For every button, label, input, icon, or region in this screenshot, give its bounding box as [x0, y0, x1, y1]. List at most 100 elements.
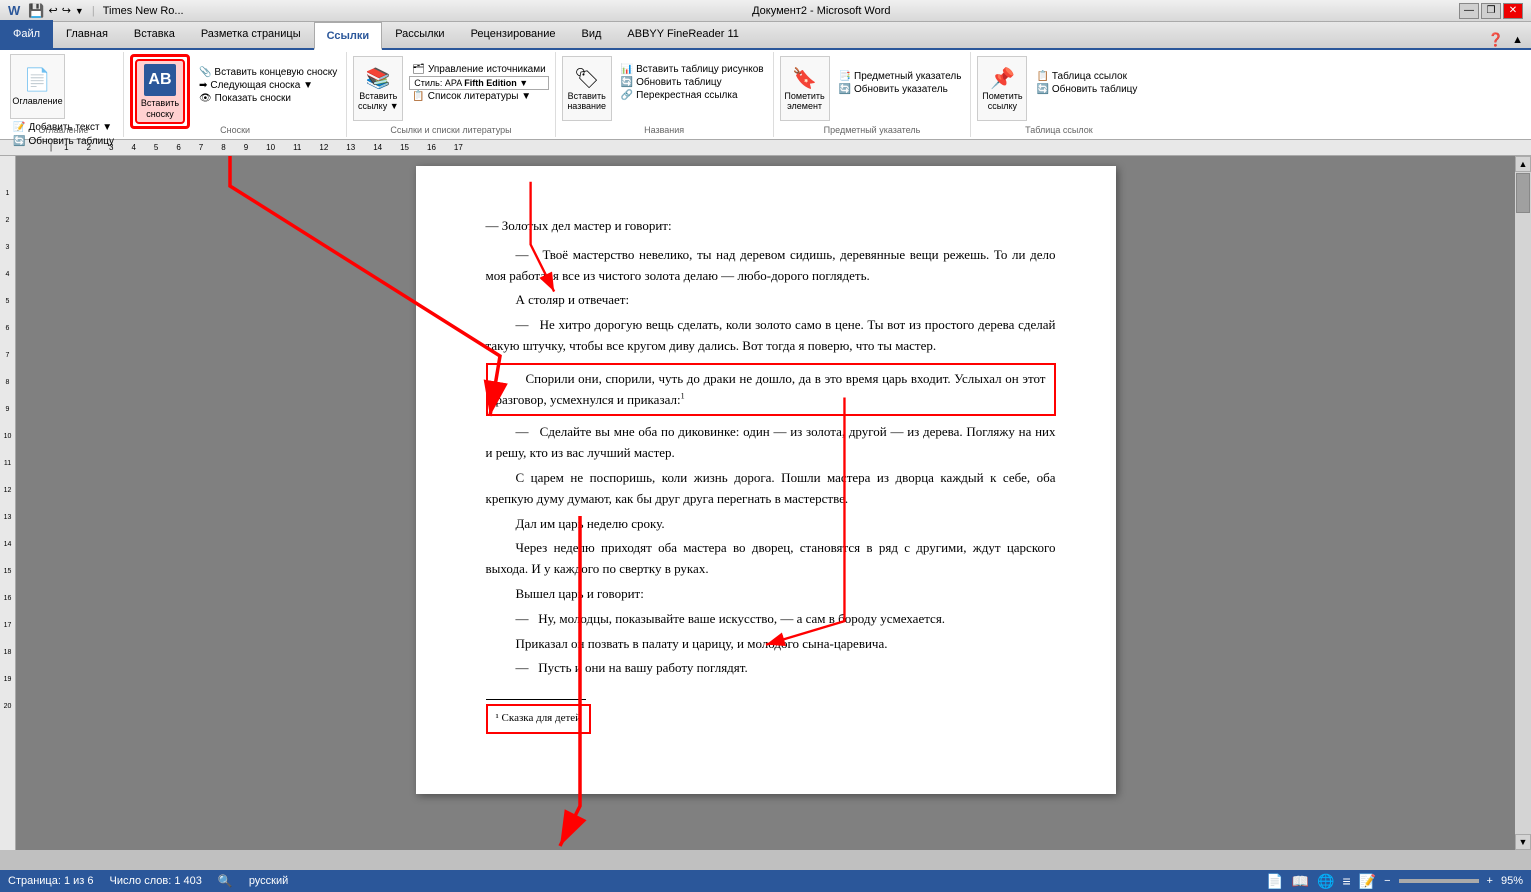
status-right: 📄 📖 🌐 ≡ 📝 − + 95% — [1266, 873, 1523, 890]
scroll-up-button[interactable]: ▲ — [1515, 156, 1531, 172]
tab-file[interactable]: Файл — [0, 20, 53, 48]
group-citations: 📚 Вставить ссылку ▼ 🗂 Управление источни… — [347, 52, 555, 137]
table-auth-icon: 📋 — [1036, 71, 1048, 82]
insert-table-figures-btn[interactable]: 📊 Вставить таблицу рисунков — [618, 63, 767, 76]
ribbon-tab-help: ❓ ▲ — [1488, 32, 1531, 48]
help-icon[interactable]: ❓ — [1488, 32, 1504, 48]
word-icon: W — [8, 3, 20, 18]
doc-scroll[interactable]: — Золотых дел мастер и говорит: — Твоё м… — [16, 156, 1515, 850]
app-name: Times New Ro... — [103, 5, 184, 17]
ruler-mark: 6 — [176, 143, 180, 152]
quick-save[interactable]: 💾 — [28, 3, 44, 19]
zoom-slider[interactable] — [1399, 879, 1479, 883]
scrollbar-thumb[interactable] — [1516, 173, 1530, 213]
spell-check-icon[interactable]: 🔍 — [218, 874, 233, 888]
insert-endnote-btn[interactable]: 📎 Вставить концевую сноску — [196, 66, 340, 79]
para-9: — Ну, молодцы, показывайте ваше искусств… — [486, 609, 1056, 630]
lr-11: 11 — [4, 460, 11, 467]
zoom-level[interactable]: 95% — [1501, 875, 1523, 887]
window-controls: — ❐ ✕ — [1459, 3, 1523, 19]
style-dropdown[interactable]: Стиль: APA Fifth Edition ▼ — [409, 76, 548, 90]
close-button[interactable]: ✕ — [1503, 3, 1523, 19]
toc-icon: 📄 — [24, 67, 51, 93]
tab-references[interactable]: Ссылки — [314, 22, 383, 50]
group-index: 🔖 Пометить элемент 📑 Предметный указател… — [774, 52, 972, 137]
update-index-btn[interactable]: 🔄 Обновить указатель — [836, 83, 965, 96]
lr-3: 3 — [6, 244, 10, 251]
view-outline-icon[interactable]: ≡ — [1342, 873, 1350, 889]
toc-button-large[interactable]: 📄 Оглавление — [10, 54, 65, 119]
ab-icon: AB — [144, 64, 176, 96]
show-notes-btn[interactable]: 👁 Показать сноски — [196, 92, 340, 105]
lr-9: 9 — [6, 406, 10, 413]
highlighted-text-content: Спорили они, спорили, чуть до драки не д… — [496, 369, 1046, 411]
view-read-icon[interactable]: 📖 — [1292, 873, 1309, 890]
show-icon: 👁 — [199, 93, 212, 104]
next-icon: ➡ — [199, 80, 207, 91]
ruler-mark: 17 — [454, 143, 463, 152]
restore-button[interactable]: ❐ — [1481, 3, 1501, 19]
ruler-mark: 9 — [244, 143, 248, 152]
quick-redo[interactable]: ↪ — [62, 4, 71, 17]
style-label: Стиль: APA Fifth Edition ▼ — [414, 78, 528, 88]
lr-4: 4 — [6, 271, 10, 278]
update-table-auth-btn[interactable]: 🔄 Обновить таблицу — [1033, 83, 1140, 96]
tab-review[interactable]: Рецензирование — [458, 20, 569, 48]
view-print-icon[interactable]: 📄 — [1266, 873, 1283, 890]
lr-17: 17 — [4, 622, 12, 629]
group-captions: 🏷 Вставить название 📊 Вставить таблицу р… — [556, 52, 774, 137]
lr-6: 6 — [6, 325, 10, 332]
citations-right: 🗂 Управление источниками Стиль: APA Fift… — [409, 63, 548, 115]
ribbon: 📄 Оглавление 📝 Добавить текст ▼ 🔄 Обнови… — [0, 50, 1531, 140]
para-10: Приказал он позвать в палату и царицу, и… — [486, 634, 1056, 655]
ruler-mark: 4 — [131, 143, 135, 152]
lr-1: 1 — [6, 190, 10, 197]
view-web-icon[interactable]: 🌐 — [1317, 873, 1334, 890]
manage-source-btn[interactable]: 🗂 Управление источниками — [409, 63, 548, 76]
minimize-button[interactable]: — — [1459, 3, 1479, 19]
status-bar: Страница: 1 из 6 Число слов: 1 403 🔍 рус… — [0, 870, 1531, 892]
citations-content: 📚 Вставить ссылку ▼ 🗂 Управление источни… — [353, 54, 548, 135]
footnote-text: ¹ Сказка для детей — [496, 712, 582, 724]
document-page[interactable]: — Золотых дел мастер и говорит: — Твоё м… — [416, 166, 1116, 794]
quick-customize[interactable]: ▼ — [75, 6, 84, 16]
next-footnote-btn[interactable]: ➡ Следующая сноска ▼ — [196, 79, 340, 92]
scrollbar-track[interactable] — [1515, 172, 1531, 834]
highlighted-paragraph: Спорили они, спорили, чуть до драки не д… — [486, 363, 1056, 417]
view-draft-icon[interactable]: 📝 — [1359, 873, 1376, 890]
group-footnotes-label: Сноски — [124, 125, 346, 135]
tab-page-layout[interactable]: Разметка страницы — [188, 20, 314, 48]
para-7: Через неделю приходят оба мастера во дво… — [486, 538, 1056, 580]
lr-19: 19 — [4, 676, 12, 683]
update-table-btn[interactable]: 🔄 Обновить таблицу — [10, 135, 117, 148]
lr-20: 20 — [4, 703, 12, 710]
para-11: — Пусть и они на вашу работу поглядят. — [486, 658, 1056, 679]
ruler-mark: 7 — [199, 143, 203, 152]
tab-abbyy[interactable]: ABBYY FineReader 11 — [614, 20, 752, 48]
insert-table-auth-btn[interactable]: 📋 Таблица ссылок — [1033, 70, 1140, 83]
minimize-ribbon[interactable]: ▲ — [1512, 34, 1523, 46]
language[interactable]: русский — [249, 875, 288, 887]
zoom-in-icon[interactable]: + — [1487, 875, 1493, 887]
quick-undo[interactable]: ↩ — [48, 4, 57, 17]
lr-12: 12 — [4, 487, 12, 494]
ribbon-tabs: Файл Главная Вставка Разметка страницы С… — [0, 22, 1531, 50]
cross-ref-btn[interactable]: 🔗 Перекрестная ссылка — [618, 89, 767, 102]
right-scrollbar[interactable]: ▲ ▼ — [1515, 156, 1531, 850]
insert-index-btn[interactable]: 📑 Предметный указатель — [836, 70, 965, 83]
bibliography-btn[interactable]: 📋 Список литературы ▼ — [409, 90, 548, 103]
lr-2: 2 — [6, 217, 10, 224]
insert-footnote-button[interactable]: AB Вставитьсноску — [135, 59, 185, 124]
tab-home[interactable]: Главная — [53, 20, 121, 48]
tab-view[interactable]: Вид — [569, 20, 615, 48]
index-icon: 🔖 — [792, 66, 817, 91]
index-content: 🔖 Пометить элемент 📑 Предметный указател… — [780, 54, 965, 135]
scroll-down-button[interactable]: ▼ — [1515, 834, 1531, 850]
tab-mailings[interactable]: Рассылки — [382, 20, 457, 48]
lr-16: 16 — [4, 595, 12, 602]
zoom-out-icon[interactable]: − — [1384, 875, 1390, 887]
para-8: Вышел царь и говорит: — [486, 584, 1056, 605]
tab-insert[interactable]: Вставка — [121, 20, 188, 48]
update-table2-btn[interactable]: 🔄 Обновить таблицу — [618, 76, 767, 89]
title-bar-left: W 💾 ↩ ↪ ▼ | Times New Ro... — [8, 3, 184, 19]
